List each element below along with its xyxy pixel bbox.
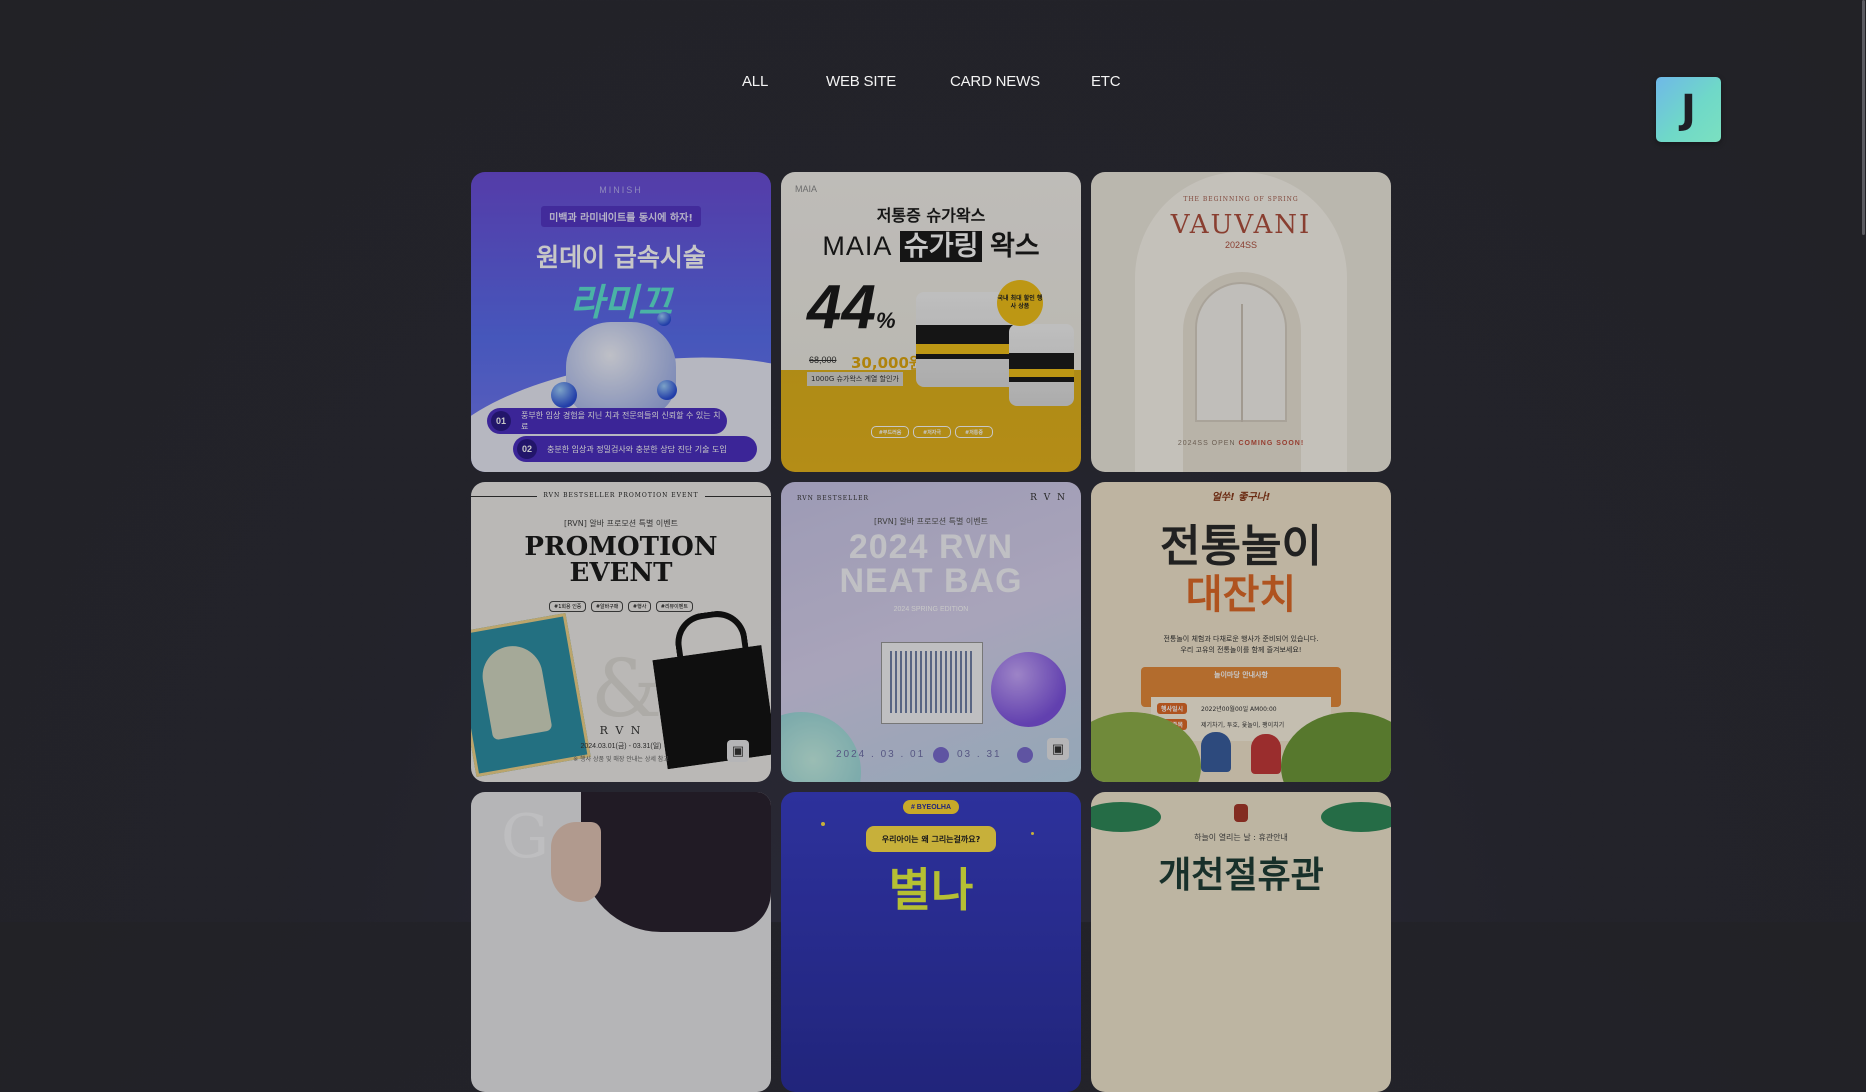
logo-button[interactable]: J bbox=[1656, 77, 1721, 142]
card-kicker: 얼쑤! 좋구나! bbox=[1211, 492, 1271, 503]
card-subline: 2024 SPRING EDITION bbox=[893, 606, 969, 613]
portfolio-card-byeolha[interactable]: # BYEOLHA 우리아이는 왜 그리는걸까요? 별나 bbox=[781, 792, 1081, 1092]
wax-jar bbox=[1009, 324, 1074, 406]
price-note: 1000G 슈가왁스 계열 할인가 bbox=[807, 372, 903, 386]
nav-web-site[interactable]: WEB SITE bbox=[826, 73, 896, 90]
point-text: 충분한 임상과 정밀검사와 충분한 상담 진단 기술 도입 bbox=[547, 444, 727, 454]
title-line-2: EVENT bbox=[569, 558, 673, 588]
promo-seal: 국내 최대 할인 행사 상품 bbox=[997, 280, 1043, 326]
date-start: 2024 . 03 . 01 bbox=[836, 749, 926, 760]
hashtag-chip: #저통증 bbox=[955, 426, 993, 438]
child-figure bbox=[1201, 732, 1231, 772]
card-desc-1: 전통놀이 체험과 다채로운 행사가 준비되어 있습니다. bbox=[1163, 635, 1319, 643]
tooth-illustration bbox=[566, 322, 676, 417]
card-title: 별나 bbox=[888, 863, 974, 917]
card-title: 라미끄 bbox=[569, 281, 673, 324]
pine-decoration bbox=[1091, 802, 1161, 832]
card-kicker: THE BEGINNING OF SPRING bbox=[1183, 196, 1299, 203]
feature-point-2: 02 충분한 임상과 정밀검사와 충분한 상담 진단 기술 도입 bbox=[513, 436, 757, 462]
nav-etc[interactable]: ETC bbox=[1091, 73, 1121, 90]
door-illustration bbox=[1195, 282, 1287, 422]
card-tagline: 미백과 라미네이트를 동시에 하자! bbox=[541, 206, 701, 227]
portrait-hair bbox=[581, 792, 771, 932]
portrait-face bbox=[551, 822, 601, 902]
card-brand: R V N bbox=[599, 724, 643, 737]
point-number: 01 bbox=[491, 411, 511, 431]
portfolio-card-vauvani[interactable]: THE BEGINNING OF SPRING VAUVANI 2024SS 2… bbox=[1091, 172, 1391, 472]
title-line-2: NEAT BAG bbox=[839, 562, 1023, 600]
point-text: 풍부한 임상 경험을 지닌 치과 전문의들의 신뢰할 수 있는 치료 bbox=[521, 411, 721, 431]
new-price: 30,000원 bbox=[851, 354, 923, 372]
gallery-icon[interactable]: ▣ bbox=[1047, 738, 1069, 760]
card-subtitle: 2024SS bbox=[1224, 240, 1258, 250]
top-navigation: ALL WEB SITE CARD NEWS ETC bbox=[0, 73, 1866, 93]
card-tagline: 저통증 슈가왁스 bbox=[876, 206, 986, 225]
portfolio-card-neat-bag[interactable]: RVN BESTSELLER R V N [RVN] 알바 프로모션 특별 이벤… bbox=[781, 482, 1081, 782]
sphere-decoration bbox=[991, 652, 1066, 727]
date-dot bbox=[933, 747, 949, 763]
discount-value: 44% bbox=[807, 273, 896, 342]
hashtag-chip: #저자극 bbox=[913, 426, 951, 438]
card-brand: MINISH bbox=[599, 185, 643, 195]
child-figure bbox=[1251, 734, 1281, 774]
panel-title: 놀이마당 안내사항 bbox=[1214, 671, 1268, 679]
portfolio-card-portrait[interactable]: GR bbox=[471, 792, 771, 1092]
pine-decoration bbox=[1321, 802, 1391, 832]
card-headline: MAIA 슈가링 왁스 bbox=[822, 231, 1040, 262]
card-kicker: 하늘이 열리는 날 : 휴관안내 bbox=[1194, 833, 1288, 842]
title-line-2: 대잔치 bbox=[1185, 572, 1297, 618]
star-decoration bbox=[821, 822, 825, 826]
date-end: 03 . 31 bbox=[957, 749, 1002, 760]
old-price: 68,000 bbox=[809, 355, 837, 365]
card-title: 개천절휴관 bbox=[1158, 855, 1324, 896]
scrollbar-thumb[interactable] bbox=[1862, 0, 1865, 235]
card-desc-2: 우리 고유의 전통놀이를 함께 즐겨보세요! bbox=[1180, 646, 1302, 654]
star-decoration bbox=[1031, 832, 1034, 835]
portfolio-card-laminate[interactable]: MINISH 미백과 라미네이트를 동시에 하자! 원데이 급속시술 라미끄 0… bbox=[471, 172, 771, 472]
logo-letter: J bbox=[1681, 86, 1696, 133]
portfolio-grid: MINISH 미백과 라미네이트를 동시에 하자! 원데이 급속시술 라미끄 0… bbox=[471, 172, 1391, 1092]
event-note: ※ 행사 상품 및 매장 안내는 상세 참고 bbox=[573, 756, 669, 763]
nav-card-news[interactable]: CARD NEWS bbox=[950, 73, 1040, 90]
feature-point-1: 01 풍부한 임상 경험을 지닌 치과 전문의들의 신뢰할 수 있는 치료 bbox=[487, 408, 727, 434]
point-number: 02 bbox=[517, 439, 537, 459]
card-headline: 원데이 급속시술 bbox=[536, 243, 706, 272]
event-dates: 2024.03.01(금) - 03.31(일) bbox=[580, 743, 662, 750]
card-title: VAUVANI bbox=[1170, 210, 1312, 240]
bubble-decoration bbox=[657, 312, 671, 326]
card-tagline: [RVN] 알바 프로모션 특별 이벤트 bbox=[564, 519, 678, 528]
gallery-icon[interactable]: ▣ bbox=[727, 740, 749, 762]
card-tagline: [RVN] 알바 프로모션 특별 이벤트 bbox=[874, 517, 988, 526]
book-illustration bbox=[471, 613, 591, 777]
card-kicker: RVN BESTSELLER PROMOTION EVENT bbox=[537, 492, 705, 499]
portfolio-card-promotion-event[interactable]: RVN BESTSELLER PROMOTION EVENT [RVN] 알바 … bbox=[471, 482, 771, 782]
sphere-decoration bbox=[781, 712, 861, 782]
portfolio-card-traditional-games[interactable]: 얼쑤! 좋구나! 전통놀이 대잔치 전통놀이 체험과 다채로운 행사가 준비되어… bbox=[1091, 482, 1391, 782]
card-brand: R V N bbox=[1030, 493, 1067, 503]
bag-illustration bbox=[881, 642, 983, 724]
date-dot bbox=[1017, 747, 1033, 763]
nav-all[interactable]: ALL bbox=[742, 73, 768, 90]
card-kicker: RVN BESTSELLER bbox=[797, 495, 870, 502]
brand-tag: # BYEOLHA bbox=[903, 800, 959, 814]
card-footer: 2024SS OPEN COMING SOON! bbox=[1177, 440, 1305, 447]
question-bubble: 우리아이는 왜 그리는걸까요? bbox=[866, 826, 996, 852]
seal-icon bbox=[1234, 804, 1248, 822]
card-brand: MAIA bbox=[795, 184, 818, 194]
hashtag-chip: #부드러움 bbox=[871, 426, 909, 438]
bubble-decoration bbox=[551, 382, 577, 408]
portfolio-card-sugar-wax[interactable]: MAIA 저통증 슈가왁스 MAIA 슈가링 왁스 44% 68,000 30,… bbox=[781, 172, 1081, 472]
bubble-decoration bbox=[657, 380, 677, 400]
portfolio-card-national-holiday[interactable]: 하늘이 열리는 날 : 휴관안내 개천절휴관 bbox=[1091, 792, 1391, 1092]
